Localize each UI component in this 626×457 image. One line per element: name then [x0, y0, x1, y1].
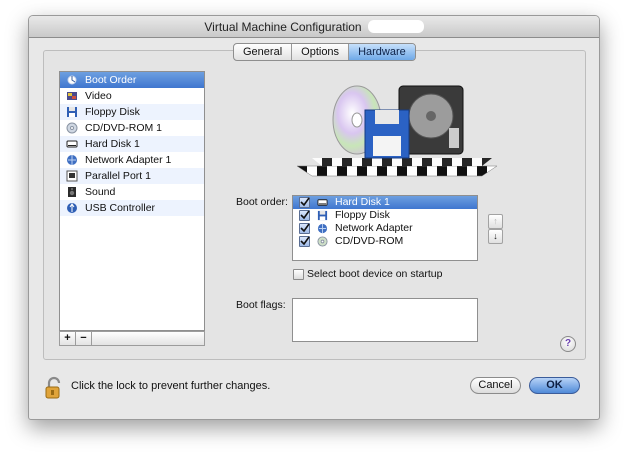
boot-item-checkbox[interactable]	[299, 197, 310, 208]
sidebar-item-sound[interactable]: Sound	[60, 184, 204, 200]
boot-item-label: CD/DVD-ROM	[335, 235, 404, 247]
ok-button[interactable]: OK	[529, 377, 580, 394]
tab-bar: General Options Hardware	[233, 43, 416, 61]
select-boot-device-label: Select boot device on startup	[307, 268, 443, 280]
title-bar[interactable]: Virtual Machine Configuration	[29, 16, 599, 38]
network-adapter-icon	[317, 223, 328, 234]
checkmark-icon	[300, 236, 310, 246]
move-up-button[interactable]: ↑	[488, 214, 503, 229]
floppy-disk-icon	[317, 210, 328, 221]
sidebar-item-label: Boot Order	[85, 74, 137, 86]
tab-options[interactable]: Options	[292, 44, 350, 60]
tab-general[interactable]: General	[234, 44, 293, 60]
sidebar-item-label: Hard Disk 1	[85, 138, 140, 150]
sidebar-item-label: USB Controller	[85, 202, 156, 214]
sidebar-item-boot-order[interactable]: Boot Order	[60, 72, 204, 88]
window-title: Virtual Machine Configuration	[204, 20, 362, 34]
boot-item-cd-dvd[interactable]: CD/DVD-ROM	[293, 235, 477, 248]
sidebar-item-parallel-port[interactable]: Parallel Port 1	[60, 168, 204, 184]
boot-order-list[interactable]: Hard Disk 1 Floppy Disk Network Adapter …	[292, 195, 478, 261]
hard-disk-icon	[66, 140, 78, 148]
boot-order-label: Boot order:	[236, 196, 288, 208]
boot-item-hard-disk[interactable]: Hard Disk 1	[293, 196, 477, 209]
remove-device-button[interactable]: −	[76, 332, 92, 345]
lock-icon[interactable]	[45, 376, 63, 400]
boot-item-checkbox[interactable]	[299, 223, 310, 234]
sidebar-item-label: Sound	[85, 186, 116, 198]
sidebar-item-network[interactable]: Network Adapter 1	[60, 152, 204, 168]
cancel-button[interactable]: Cancel	[470, 377, 521, 394]
hard-disk-icon	[317, 199, 328, 206]
network-adapter-icon	[67, 155, 77, 165]
redacted-vm-name	[367, 20, 424, 33]
checkmark-icon	[300, 197, 310, 207]
sound-icon	[68, 187, 76, 197]
boot-order-icon	[67, 75, 77, 85]
sidebar-toolbar: + −	[59, 331, 205, 346]
add-device-button[interactable]: +	[60, 332, 76, 345]
usb-controller-icon	[67, 203, 77, 213]
sidebar-item-label: Parallel Port 1	[85, 170, 151, 182]
sidebar-item-label: CD/DVD-ROM 1	[85, 122, 163, 134]
boot-item-floppy[interactable]: Floppy Disk	[293, 209, 477, 222]
sidebar-item-label: Video	[85, 90, 112, 102]
checkmark-icon	[300, 210, 310, 220]
parallel-port-icon	[66, 170, 78, 182]
boot-flags-field[interactable]	[292, 298, 478, 342]
sidebar-item-usb[interactable]: USB Controller	[60, 200, 204, 216]
cd-dvd-icon	[317, 236, 328, 247]
sidebar-item-floppy[interactable]: Floppy Disk	[60, 104, 204, 120]
boot-item-checkbox[interactable]	[299, 210, 310, 221]
select-boot-device-checkbox[interactable]	[293, 269, 304, 280]
boot-flags-label: Boot flags:	[236, 299, 286, 311]
move-down-button[interactable]: ↓	[488, 229, 503, 244]
video-icon	[67, 92, 77, 100]
boot-devices-illustration	[297, 85, 497, 177]
hardware-list[interactable]: Boot Order Video Floppy Disk CD/DVD-ROM …	[59, 71, 205, 331]
boot-item-label: Network Adapter	[335, 222, 413, 234]
lock-message: Click the lock to prevent further change…	[71, 380, 271, 392]
cd-dvd-icon	[66, 122, 78, 134]
config-window: Virtual Machine Configuration General Op…	[28, 15, 600, 420]
sidebar-item-label: Network Adapter 1	[85, 154, 172, 166]
tab-hardware[interactable]: Hardware	[349, 44, 415, 60]
boot-item-checkbox[interactable]	[299, 236, 310, 247]
sidebar-item-cd-dvd[interactable]: CD/DVD-ROM 1	[60, 120, 204, 136]
boot-item-label: Hard Disk 1	[335, 196, 390, 208]
sidebar-item-label: Floppy Disk	[85, 106, 140, 118]
sidebar-item-hard-disk[interactable]: Hard Disk 1	[60, 136, 204, 152]
boot-item-network[interactable]: Network Adapter	[293, 222, 477, 235]
sidebar-item-video[interactable]: Video	[60, 88, 204, 104]
floppy-disk-icon	[67, 107, 77, 117]
help-button[interactable]: ?	[560, 336, 576, 352]
boot-item-label: Floppy Disk	[335, 209, 390, 221]
checkmark-icon	[300, 223, 310, 233]
